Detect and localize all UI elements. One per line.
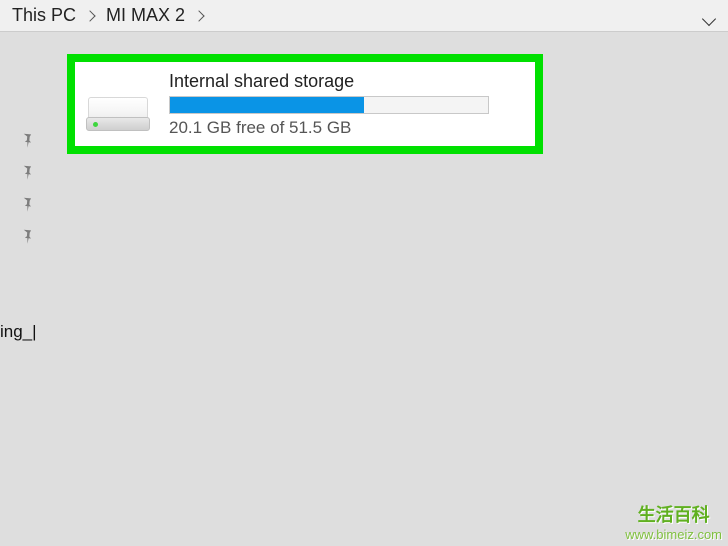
breadcrumb-label: This PC bbox=[8, 5, 80, 26]
content-area: ing_| Internal shared storage 20.1 GB fr… bbox=[0, 32, 728, 546]
storage-drive-item[interactable]: Internal shared storage 20.1 GB free of … bbox=[67, 54, 543, 154]
watermark-url: www.bimeiz.com bbox=[625, 527, 722, 542]
sidebar-partial-label: ing_| bbox=[0, 322, 37, 342]
pin-icon bbox=[17, 129, 37, 149]
pin-icon bbox=[17, 193, 37, 213]
sidebar-pinned-items bbox=[20, 132, 34, 242]
storage-info: Internal shared storage 20.1 GB free of … bbox=[169, 71, 523, 138]
chevron-down-icon bbox=[702, 12, 716, 26]
pin-icon bbox=[17, 225, 37, 245]
breadcrumb-history-button[interactable] bbox=[704, 8, 720, 24]
storage-title: Internal shared storage bbox=[169, 71, 523, 92]
breadcrumb: This PC MI MAX 2 bbox=[0, 0, 728, 32]
chevron-right-icon bbox=[84, 10, 95, 21]
breadcrumb-item-device[interactable]: MI MAX 2 bbox=[102, 5, 211, 26]
pin-icon bbox=[17, 161, 37, 181]
breadcrumb-item-this-pc[interactable]: This PC bbox=[8, 5, 102, 26]
watermark: 生活百科 www.bimeiz.com bbox=[625, 501, 722, 542]
watermark-title: 生活百科 bbox=[625, 501, 722, 527]
chevron-right-icon bbox=[193, 10, 204, 21]
storage-usage-bar bbox=[169, 96, 489, 114]
breadcrumb-label: MI MAX 2 bbox=[102, 5, 189, 26]
storage-usage-fill bbox=[170, 97, 364, 113]
storage-subtext: 20.1 GB free of 51.5 GB bbox=[169, 118, 523, 138]
drive-icon bbox=[83, 85, 153, 135]
